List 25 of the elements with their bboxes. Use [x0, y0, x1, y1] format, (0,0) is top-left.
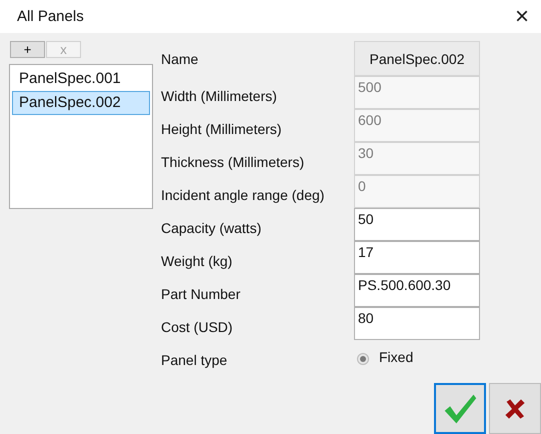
- add-button[interactable]: +: [10, 41, 45, 58]
- input-field[interactable]: 17: [354, 241, 480, 274]
- field-label: Cost (USD): [161, 318, 234, 334]
- field-label: Thickness (Millimeters): [161, 152, 306, 170]
- input-field[interactable]: 50: [354, 208, 480, 241]
- window-title: All Panels: [17, 8, 84, 25]
- field-label: Panel type: [161, 350, 228, 368]
- cancel-button[interactable]: [489, 383, 541, 434]
- panel-list[interactable]: PanelSpec.001 PanelSpec.002: [9, 64, 153, 209]
- field-label: Incident angle range (deg): [161, 186, 326, 202]
- input-field[interactable]: 80: [354, 307, 480, 340]
- list-item[interactable]: PanelSpec.002: [12, 91, 150, 115]
- close-button[interactable]: ×: [502, 0, 541, 33]
- field-label: Width (Millimeters): [161, 86, 278, 104]
- input-field[interactable]: PS.500.600.30: [354, 274, 480, 307]
- radio-label: Fixed: [379, 348, 414, 364]
- name-header: PanelSpec.002: [354, 41, 480, 76]
- cross-icon: [503, 396, 527, 420]
- field-label: Part Number: [161, 284, 242, 302]
- ok-button[interactable]: [434, 383, 486, 434]
- field-label: Capacity (watts): [161, 218, 262, 236]
- field-label: Name: [161, 50, 200, 66]
- list-item[interactable]: PanelSpec.001: [12, 67, 150, 91]
- field-label: Weight (kg): [161, 252, 234, 268]
- field-label: Height (Millimeters): [161, 120, 283, 136]
